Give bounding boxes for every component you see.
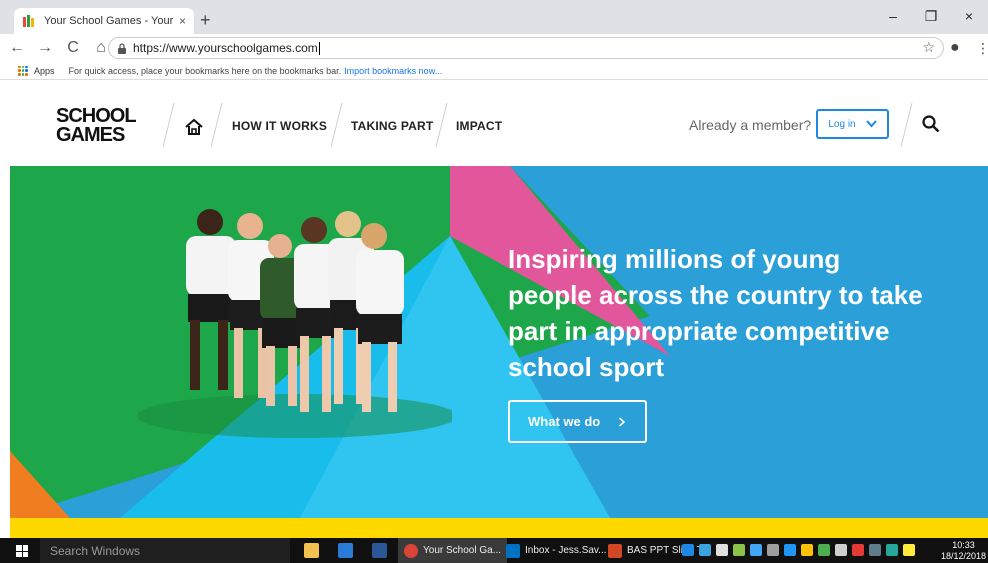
hero-banner: Inspiring millions of young people acros… xyxy=(10,166,988,518)
address-bar[interactable]: https://www.yourschoolgames.com ☆ xyxy=(108,37,944,59)
bookmark-star-icon[interactable]: ☆ xyxy=(922,39,935,56)
taskbar-chrome-label: Your School Ga... xyxy=(423,545,502,556)
svg-text:GAMES: GAMES xyxy=(56,124,125,143)
school-games-logo[interactable]: SCHOOL GAMES xyxy=(54,103,140,143)
clock-time: 10:33 xyxy=(952,540,975,550)
chevron-down-icon xyxy=(865,120,877,128)
volume-icon[interactable] xyxy=(835,544,847,556)
browser-tabstrip: Your School Games - Your Schoo × + – ❐ × xyxy=(0,0,988,34)
import-bookmarks-link[interactable]: Import bookmarks now... xyxy=(344,66,442,76)
nav-taking-part[interactable]: TAKING PART xyxy=(351,119,433,133)
close-window-button[interactable]: × xyxy=(950,0,988,32)
minimize-button[interactable]: – xyxy=(874,0,912,32)
header-divider xyxy=(330,103,343,147)
header-divider xyxy=(162,103,175,147)
window-controls: – ❐ × xyxy=(874,0,988,32)
file-explorer-icon[interactable] xyxy=(304,543,319,558)
nav-how-it-works[interactable]: HOW IT WORKS xyxy=(232,119,327,133)
tab-close-icon[interactable]: × xyxy=(179,14,186,28)
search-icon[interactable] xyxy=(922,115,940,133)
tray-icon[interactable] xyxy=(869,544,881,556)
forward-button[interactable]: → xyxy=(34,39,56,57)
tray-icon[interactable] xyxy=(716,544,728,556)
tray-icon[interactable] xyxy=(699,544,711,556)
tray-icon[interactable] xyxy=(886,544,898,556)
member-prompt: Already a member? xyxy=(689,117,812,133)
school-games-favicon xyxy=(23,15,34,27)
new-tab-button[interactable]: + xyxy=(200,10,211,31)
header-divider xyxy=(210,103,223,147)
word-icon[interactable] xyxy=(372,543,387,558)
site-header: SCHOOL GAMES HOW IT WORKS TAKING PART IM… xyxy=(0,81,988,166)
profile-icon[interactable]: ● xyxy=(950,39,960,57)
browser-menu-icon[interactable]: ⋮ xyxy=(976,40,988,57)
nav-impact[interactable]: IMPACT xyxy=(456,119,502,133)
yellow-band xyxy=(10,518,988,538)
bluetooth-icon[interactable] xyxy=(784,544,796,556)
restore-button[interactable]: ❐ xyxy=(912,0,950,32)
outlook-icon xyxy=(506,543,520,558)
what-we-do-button[interactable]: What we do xyxy=(508,400,647,443)
wifi-icon[interactable] xyxy=(801,544,813,556)
tray-icon[interactable] xyxy=(852,544,864,556)
lock-icon xyxy=(118,42,126,54)
apps-shortcut[interactable]: Apps xyxy=(34,66,55,76)
taskbar-clock[interactable]: 10:33 18/12/2018 xyxy=(941,540,986,562)
taskbar-outlook-label: Inbox - Jess.Sav... xyxy=(525,545,607,556)
back-button[interactable]: ← xyxy=(6,39,28,57)
tray-icon[interactable] xyxy=(818,544,830,556)
text-caret xyxy=(318,41,320,55)
chevron-right-icon xyxy=(619,416,626,427)
hero-headline: Inspiring millions of young people acros… xyxy=(508,244,923,382)
login-label: Log in xyxy=(828,118,856,130)
clock-date: 18/12/2018 xyxy=(940,551,986,561)
header-divider xyxy=(435,103,448,147)
taskbar-outlook[interactable]: Inbox - Jess.Sav... xyxy=(500,538,613,563)
taskbar-chrome[interactable]: Your School Ga... xyxy=(398,538,508,563)
url-text[interactable]: https://www.yourschoolgames.com xyxy=(133,41,318,55)
children-photo xyxy=(137,209,452,438)
powerpoint-icon xyxy=(608,543,622,558)
apps-grid-icon[interactable] xyxy=(18,65,28,76)
chrome-icon xyxy=(404,543,418,558)
system-tray xyxy=(682,544,915,556)
home-icon[interactable] xyxy=(184,117,204,137)
internet-explorer-icon[interactable] xyxy=(338,543,353,558)
battery-icon[interactable] xyxy=(767,544,779,556)
login-button[interactable]: Log in xyxy=(816,109,889,139)
windows-taskbar: Search Windows Your School Ga... Inbox -… xyxy=(0,538,988,563)
reload-button[interactable]: C xyxy=(62,39,84,57)
cta-label: What we do xyxy=(528,414,601,429)
windows-start-icon[interactable] xyxy=(16,545,28,557)
bookmarks-bar: Apps For quick access, place your bookma… xyxy=(0,62,988,80)
browser-tab[interactable]: Your School Games - Your Schoo × xyxy=(14,8,194,34)
tray-icon[interactable] xyxy=(903,544,915,556)
tray-icon[interactable] xyxy=(733,544,745,556)
browser-toolbar: ← → C ⌂ https://www.yourschoolgames.com … xyxy=(0,34,988,62)
tray-icon[interactable] xyxy=(682,544,694,556)
bookmarks-hint: For quick access, place your bookmarks h… xyxy=(68,65,342,76)
tab-title: Your School Games - Your Schoo xyxy=(44,15,173,27)
header-divider xyxy=(900,103,913,147)
tray-icon[interactable] xyxy=(750,544,762,556)
windows-search-box[interactable]: Search Windows xyxy=(40,538,290,563)
